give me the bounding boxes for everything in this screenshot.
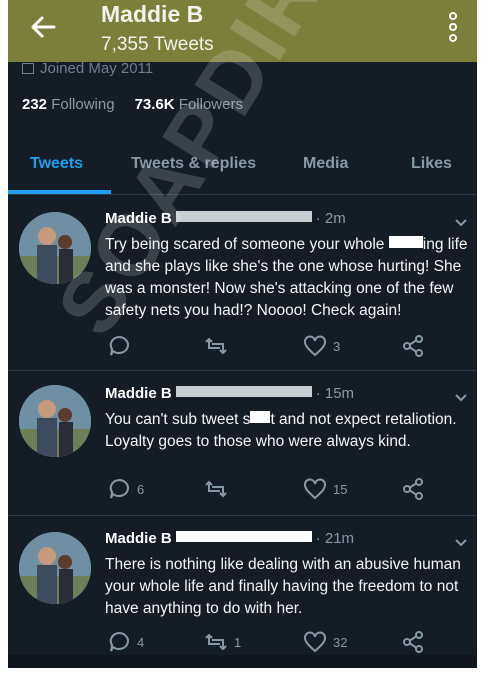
tweet-actions: 4 1 32	[8, 630, 477, 654]
arrow-left-icon[interactable]	[28, 12, 58, 42]
retweet-icon	[205, 337, 227, 355]
tweet-text: You can't sub tweet st and not expect re…	[105, 411, 457, 450]
tab-tweets[interactable]: Tweets	[30, 155, 83, 173]
heart-icon	[304, 335, 326, 357]
redacted-handle	[175, 531, 312, 542]
calendar-icon	[22, 63, 34, 74]
redaction-bar	[250, 411, 271, 423]
more-vertical-icon[interactable]	[447, 12, 459, 42]
twitter-profile-screen: Maddie B 7,355 Tweets Joined May 2011 23…	[8, 0, 477, 668]
heart-icon	[304, 631, 326, 653]
retweet-icon	[205, 633, 227, 651]
chevron-down-icon[interactable]	[454, 538, 468, 548]
profile-name: Maddie B	[101, 1, 204, 27]
following-link[interactable]: 232 Following	[22, 96, 115, 113]
tweet-header: Maddie B · 21m	[105, 530, 355, 547]
share-icon	[403, 335, 423, 357]
tweet-header: Maddie B · 15m	[105, 385, 355, 402]
tab-likes[interactable]: Likes	[411, 155, 452, 173]
redaction-bar	[388, 236, 423, 248]
avatar[interactable]	[19, 532, 91, 604]
chevron-down-icon[interactable]	[454, 218, 468, 228]
retweet-icon	[205, 480, 227, 498]
reply-icon	[109, 631, 129, 652]
tweet-actions: 6 15	[8, 477, 477, 501]
bottom-edge	[8, 655, 477, 668]
tweet-actions: 3	[8, 334, 477, 358]
share-icon	[403, 631, 423, 653]
tweet-text: There is nothing like dealing with an ab…	[105, 556, 461, 617]
share-icon	[403, 478, 423, 500]
active-tab-indicator	[8, 190, 111, 194]
joined-date: Joined May 2011	[22, 60, 153, 77]
tweet[interactable]: Maddie B · 15m You can't sub tweet st and…	[8, 371, 477, 516]
tab-media[interactable]: Media	[303, 155, 348, 173]
heart-icon	[304, 478, 326, 500]
tweet[interactable]: Maddie B · 21m There is nothing like deal…	[8, 516, 477, 656]
chevron-down-icon[interactable]	[454, 393, 468, 403]
redacted-handle	[175, 386, 312, 397]
avatar[interactable]	[19, 385, 91, 457]
reply-icon	[109, 478, 129, 499]
